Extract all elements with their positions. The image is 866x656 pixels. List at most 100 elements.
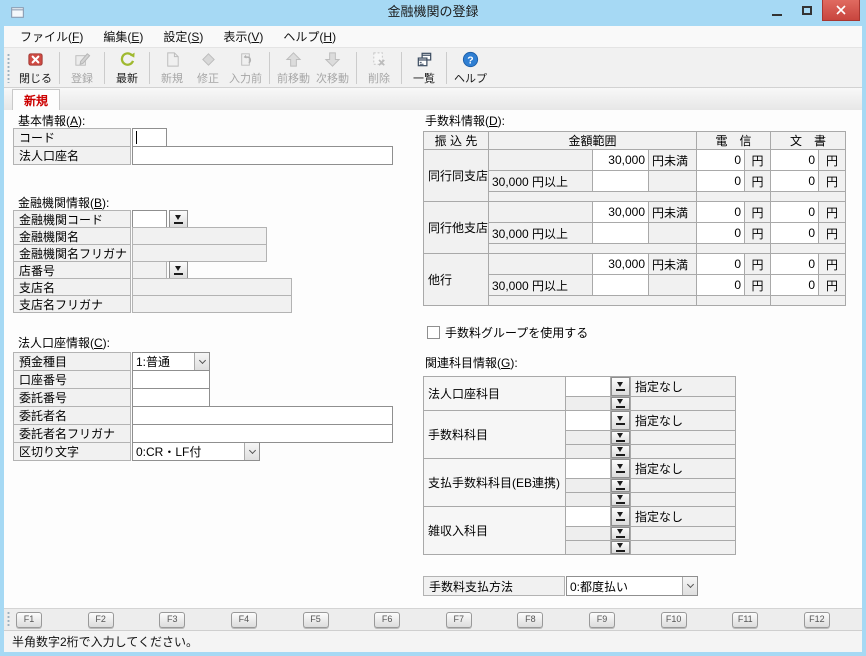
fee-doc-input[interactable]: 0 xyxy=(771,150,819,171)
bank-code-lookup-button[interactable] xyxy=(169,210,188,228)
related-lookup-button[interactable] xyxy=(611,377,630,396)
fkey-f5[interactable]: F5 xyxy=(303,612,329,628)
toolbar-next-button: 次移動 xyxy=(313,49,352,87)
fee-tele-input[interactable]: 0 xyxy=(697,254,745,275)
related-code-input[interactable] xyxy=(566,507,611,527)
related-lookup-button[interactable] xyxy=(611,397,630,410)
fee-tele-input[interactable]: 0 xyxy=(697,171,745,192)
register-icon xyxy=(73,50,92,69)
related-lookup-button[interactable] xyxy=(611,431,630,444)
modify-icon xyxy=(199,50,218,69)
toolbar-close-button[interactable]: 閉じる xyxy=(16,49,55,87)
deposit-type-select[interactable]: 1:普通 xyxy=(132,352,210,371)
consignor-name-input[interactable] xyxy=(132,406,393,425)
fee-under-amount-input[interactable]: 30,000 xyxy=(593,150,649,171)
fee-group-checkbox[interactable] xyxy=(427,326,440,339)
fee-under-amount-input[interactable]: 30,000 xyxy=(593,202,649,223)
lookup-icon xyxy=(616,399,625,408)
payment-method-select[interactable]: 0:都度払い xyxy=(566,576,698,596)
fkey-f10[interactable]: F10 xyxy=(661,612,687,628)
lookup-icon xyxy=(174,266,183,275)
related-subject-name xyxy=(631,493,736,507)
fee-doc-input[interactable]: 0 xyxy=(771,275,819,296)
fee-col-amount-range: 金額範囲 xyxy=(489,132,697,150)
fee-tele-input[interactable]: 0 xyxy=(697,275,745,296)
consignor-kana-input[interactable] xyxy=(132,424,393,443)
field-row-delimiter: 区切り文字 0:CR・LF付 xyxy=(13,442,260,461)
fee-over-amount-input[interactable] xyxy=(593,223,649,244)
section-heading-account: 法人口座情報(C): xyxy=(18,334,110,351)
fkey-f11[interactable]: F11 xyxy=(732,612,758,628)
minimize-button[interactable] xyxy=(762,0,792,21)
field-row-bank-name: 金融機関名 xyxy=(13,227,267,245)
fee-doc-input[interactable]: 0 xyxy=(771,171,819,192)
toolbar-separator xyxy=(269,52,270,84)
account-number-input[interactable] xyxy=(132,370,210,389)
toolbar-list-button[interactable]: 一覧 xyxy=(406,49,442,87)
field-row-consignment-number: 委託番号 xyxy=(13,388,210,407)
related-code-input[interactable] xyxy=(566,377,611,397)
related-subject-name xyxy=(631,541,736,555)
related-code-input xyxy=(566,431,611,445)
delimiter-select[interactable]: 0:CR・LF付 xyxy=(132,442,260,461)
corporate-account-name-input[interactable] xyxy=(132,146,393,165)
menu-settings[interactable]: 設定(S) xyxy=(153,26,213,47)
menu-edit[interactable]: 編集(E) xyxy=(93,26,153,47)
code-input[interactable] xyxy=(132,128,167,147)
related-code-input[interactable] xyxy=(566,459,611,479)
consignment-number-input[interactable] xyxy=(132,388,210,407)
toolbar-separator xyxy=(356,52,357,84)
fee-table: 振 込 先 金額範囲 電 信 文 書 同行同支店 30,000 円未満 0 円 … xyxy=(423,131,846,306)
branch-number-lookup-button[interactable] xyxy=(169,261,188,279)
fee-under-amount-input[interactable]: 30,000 xyxy=(593,254,649,275)
fkey-f1[interactable]: F1 xyxy=(16,612,42,628)
close-window-icon xyxy=(26,50,45,69)
fee-doc-input[interactable]: 0 xyxy=(771,202,819,223)
fkey-f9[interactable]: F9 xyxy=(589,612,615,628)
close-button[interactable] xyxy=(822,0,860,21)
maximize-button[interactable] xyxy=(792,0,822,21)
fkey-f3[interactable]: F3 xyxy=(159,612,185,628)
fkey-f2[interactable]: F2 xyxy=(88,612,114,628)
toolbar: 閉じる 登録 最新 新規 修正 入力前 xyxy=(4,48,862,88)
fee-over-amount-input[interactable] xyxy=(593,171,649,192)
fee-tele-input[interactable]: 0 xyxy=(697,202,745,223)
fee-doc-input[interactable]: 0 xyxy=(771,254,819,275)
fee-row: 同行他支店 30,000 円未満 0 円 0 円 xyxy=(424,202,846,223)
related-lookup-button[interactable] xyxy=(611,507,630,526)
fee-group-name: 同行同支店 xyxy=(424,150,489,202)
consignor-name-label: 委託者名 xyxy=(13,406,131,425)
fee-doc-input[interactable]: 0 xyxy=(771,223,819,244)
revert-icon xyxy=(236,50,255,69)
fkey-f6[interactable]: F6 xyxy=(374,612,400,628)
minimize-icon xyxy=(772,14,782,16)
delete-icon xyxy=(370,50,389,69)
toolbar-help-button[interactable]: ? ヘルプ xyxy=(451,49,490,87)
fkey-f4[interactable]: F4 xyxy=(231,612,257,628)
field-row-account-number: 口座番号 xyxy=(13,370,210,389)
related-lookup-button[interactable] xyxy=(611,493,630,506)
toolbar-refresh-button[interactable]: 最新 xyxy=(109,49,145,87)
related-lookup-button[interactable] xyxy=(611,445,630,458)
related-lookup-button[interactable] xyxy=(611,459,630,478)
related-lookup-button[interactable] xyxy=(611,541,630,554)
fee-tele-input[interactable]: 0 xyxy=(697,223,745,244)
fee-over-amount-input[interactable] xyxy=(593,275,649,296)
fkey-f7[interactable]: F7 xyxy=(446,612,472,628)
related-code-input[interactable] xyxy=(566,411,611,431)
menu-help[interactable]: ヘルプ(H) xyxy=(273,26,346,47)
tab-new[interactable]: 新規 xyxy=(12,89,60,110)
lookup-icon xyxy=(616,433,625,442)
related-lookup-button[interactable] xyxy=(611,479,630,492)
menu-file[interactable]: ファイル(F) xyxy=(10,26,93,47)
fee-col-destination: 振 込 先 xyxy=(424,132,489,150)
payment-method-label: 手数料支払方法 xyxy=(423,576,565,596)
menu-view[interactable]: 表示(V) xyxy=(213,26,273,47)
fee-tele-input[interactable]: 0 xyxy=(697,150,745,171)
related-lookup-button[interactable] xyxy=(611,527,630,540)
fkey-f12[interactable]: F12 xyxy=(804,612,830,628)
related-lookup-button[interactable] xyxy=(611,411,630,430)
fkey-f8[interactable]: F8 xyxy=(517,612,543,628)
related-subject-name: 指定なし xyxy=(631,459,736,479)
bank-code-input[interactable] xyxy=(132,210,167,228)
